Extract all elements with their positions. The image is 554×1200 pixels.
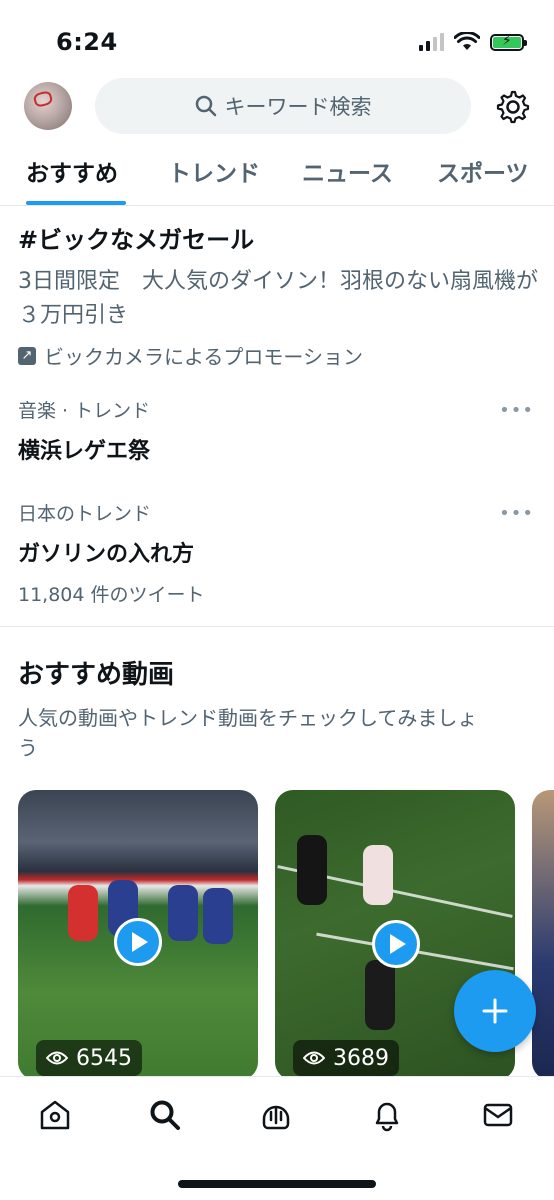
notifications-icon[interactable] bbox=[369, 1097, 405, 1133]
tab-recommended[interactable]: おすすめ bbox=[26, 154, 118, 188]
promoted-trend[interactable]: #ビックなメガセール 3日間限定 大人気のダイソン！羽根のない扇風機が３万円引き… bbox=[18, 220, 538, 370]
view-count: 6545 bbox=[36, 1040, 142, 1076]
compose-button[interactable] bbox=[454, 970, 536, 1052]
video-card[interactable]: 6545 bbox=[18, 790, 258, 1080]
more-options-icon[interactable]: ••• bbox=[499, 400, 534, 421]
active-tab-indicator bbox=[26, 201, 126, 205]
video-thumbnail-figure bbox=[68, 885, 98, 941]
cellular-signal-icon bbox=[419, 33, 444, 51]
status-icons: ⚡ bbox=[419, 32, 527, 52]
search-icon[interactable] bbox=[147, 1097, 183, 1133]
trend-item[interactable]: 音楽 · トレンド 横浜レゲエ祭 ••• bbox=[18, 396, 538, 465]
spaces-icon[interactable] bbox=[258, 1097, 294, 1133]
trend-category: 日本のトレンド bbox=[18, 503, 152, 525]
tab-sports[interactable]: スポーツ bbox=[437, 154, 529, 188]
view-count-value: 3689 bbox=[333, 1045, 389, 1071]
video-thumbnail-figure bbox=[168, 885, 198, 941]
search-placeholder: キーワード検索 bbox=[224, 95, 372, 119]
promo-title: #ビックなメガセール bbox=[18, 226, 255, 254]
video-thumbnail-figure bbox=[203, 888, 233, 944]
promoted-by: ↗ ビックカメラによるプロモーション bbox=[18, 341, 538, 370]
trend-name: 横浜レゲエ祭 bbox=[18, 439, 151, 464]
trend-name: ガソリンの入れ方 bbox=[18, 542, 195, 567]
promoted-by-label: ビックカメラによるプロモーション bbox=[44, 345, 363, 369]
tab-trends[interactable]: トレンド bbox=[168, 154, 260, 188]
tab-news[interactable]: ニュース bbox=[302, 154, 393, 188]
promo-description: 3日間限定 大人気のダイソン！羽根のない扇風機が３万円引き bbox=[18, 269, 538, 328]
more-options-icon[interactable]: ••• bbox=[499, 503, 534, 524]
promoted-icon: ↗ bbox=[18, 346, 36, 365]
gear-icon[interactable] bbox=[496, 90, 530, 124]
trend-category: 音楽 · トレンド bbox=[18, 400, 151, 422]
video-card[interactable] bbox=[532, 790, 554, 1080]
view-count: 3689 bbox=[293, 1040, 399, 1076]
search-icon bbox=[195, 95, 216, 117]
status-time: 6:24 bbox=[56, 28, 118, 56]
eye-icon bbox=[303, 1051, 325, 1065]
trend-tweet-count: 11,804 件のツイート bbox=[18, 584, 205, 606]
wifi-icon bbox=[454, 32, 480, 50]
section-divider bbox=[0, 626, 554, 627]
battery-icon: ⚡ bbox=[490, 33, 527, 51]
search-input[interactable]: キーワード検索 bbox=[95, 78, 471, 134]
header: キーワード検索 bbox=[0, 78, 554, 136]
tab-bar: おすすめ トレンド ニュース スポーツ bbox=[0, 136, 554, 206]
video-thumbnail-figure bbox=[363, 845, 393, 905]
video-thumbnail-figure bbox=[365, 960, 395, 1030]
home-icon[interactable] bbox=[37, 1097, 73, 1133]
view-count-value: 6545 bbox=[76, 1045, 132, 1071]
status-bar: 6:24 ⚡ bbox=[0, 0, 554, 72]
section-description: 人気の動画やトレンド動画をチェックしてみましょう bbox=[18, 706, 478, 760]
plus-icon bbox=[482, 998, 508, 1024]
messages-icon[interactable] bbox=[480, 1097, 516, 1133]
trend-item[interactable]: 日本のトレンド ガソリンの入れ方 11,804 件のツイート ••• bbox=[18, 499, 538, 607]
play-icon[interactable] bbox=[372, 920, 420, 968]
section-title: おすすめ動画 bbox=[18, 660, 175, 690]
avatar[interactable] bbox=[24, 82, 72, 130]
video-thumbnail-figure bbox=[297, 835, 327, 905]
play-icon[interactable] bbox=[114, 918, 162, 966]
recommended-videos-section: おすすめ動画 人気の動画やトレンド動画をチェックしてみましょう bbox=[18, 654, 538, 763]
eye-icon bbox=[46, 1051, 68, 1065]
home-indicator bbox=[178, 1180, 376, 1188]
